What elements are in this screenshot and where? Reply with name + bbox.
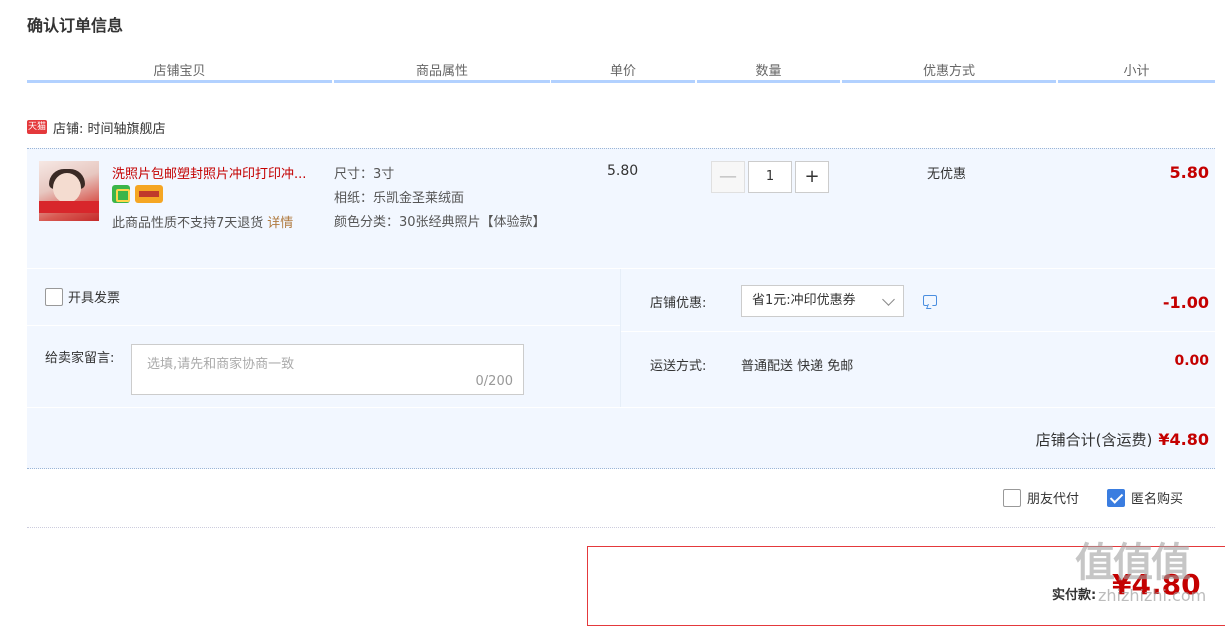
friend-pay-option[interactable]: 朋友代付 xyxy=(1003,488,1079,507)
discount-selected-value: 省1元:冲印优惠券 xyxy=(752,293,856,308)
column-header-unit-price: 单价 xyxy=(609,64,636,79)
discount-amount: -1.00 xyxy=(1162,293,1209,312)
invoice-checkbox[interactable] xyxy=(45,287,63,306)
shop-name[interactable]: 店铺: 时间轴旗舰店 xyxy=(53,118,166,137)
friend-pay-label: 朋友代付 xyxy=(1027,492,1080,507)
seller-message-textarea[interactable]: 选填,请先和商家协商一致 0/200 xyxy=(131,344,524,395)
shop-total-amount: ¥4.80 xyxy=(1158,430,1209,449)
increase-quantity-button[interactable]: + xyxy=(795,161,829,193)
header-underline xyxy=(27,80,332,83)
message-placeholder: 选填,请先和商家协商一致 xyxy=(147,357,295,372)
quantity-input[interactable]: 1 xyxy=(748,161,792,193)
header-underline xyxy=(842,80,1056,83)
shipping-method-value: 普通配送 快递 免邮 xyxy=(741,359,854,374)
message-char-count: 0/200 xyxy=(475,374,513,389)
quantity-stepper: — 1 + xyxy=(711,161,829,193)
no-return-text: 此商品性质不支持7天退货 xyxy=(112,216,264,231)
shop-discount-select[interactable]: 省1元:冲印优惠券 xyxy=(741,285,904,317)
anonymous-purchase-label: 匿名购买 xyxy=(1131,492,1184,507)
header-underline xyxy=(551,80,695,83)
anonymous-purchase-option[interactable]: 匿名购买 xyxy=(1107,488,1183,507)
friend-pay-checkbox[interactable] xyxy=(1003,488,1021,507)
extra-options-row: 朋友代付 匿名购买 xyxy=(1003,488,1183,507)
promotion-value: 无优惠 xyxy=(927,167,967,182)
card-payment-icon xyxy=(135,185,163,203)
shipping-amount: 0.00 xyxy=(1174,353,1209,369)
unit-price: 5.80 xyxy=(607,163,639,179)
header-underline xyxy=(697,80,840,83)
watermark-url: zhizhizhi.com xyxy=(1098,586,1207,605)
header-underline xyxy=(1058,80,1215,83)
invoice-option[interactable]: 开具发票 xyxy=(45,287,120,306)
column-header-subtotal: 小计 xyxy=(1123,64,1150,79)
detail-link[interactable]: 详情 xyxy=(267,216,293,231)
tmall-icon: 天猫 xyxy=(27,120,47,134)
seller-message-label: 给卖家留言: xyxy=(45,351,115,366)
table-header: 店铺宝贝 商品属性 单价 数量 优惠方式 小计 xyxy=(27,58,1215,86)
order-item-row: 洗照片包邮塑封照片冲印打印冲... 此商品性质不支持7天退货 详情 尺寸：3寸 相… xyxy=(27,148,1215,268)
invoice-label: 开具发票 xyxy=(68,291,121,306)
decrease-quantity-button[interactable]: — xyxy=(711,161,745,193)
product-attributes: 尺寸：3寸 相纸：乐凯金圣莱绒面 颜色分类：30张经典照片【体验款】 xyxy=(334,163,554,235)
chat-bubble-icon[interactable] xyxy=(923,295,937,306)
shop-total-label: 店铺合计(含运费) xyxy=(1035,431,1153,449)
header-underline xyxy=(334,80,550,83)
shop-row: 天猫 店铺: 时间轴旗舰店 xyxy=(27,116,166,138)
order-options-panel: 开具发票 给卖家留言: 选填,请先和商家协商一致 0/200 店铺优惠: 省1元… xyxy=(27,269,1215,469)
anonymous-purchase-checkbox[interactable] xyxy=(1107,488,1126,507)
chevron-down-icon xyxy=(882,293,895,306)
attr-size: 尺寸：3寸 xyxy=(334,167,395,182)
no-return-notice: 此商品性质不支持7天退货 详情 xyxy=(112,212,293,231)
divider xyxy=(27,527,1215,528)
column-header-promotion: 优惠方式 xyxy=(922,64,975,79)
watermark-logo: 值值值 xyxy=(1075,540,1191,586)
service-badge-icon xyxy=(112,185,130,203)
column-header-quantity: 数量 xyxy=(755,64,782,79)
attr-paper: 相纸：乐凯金圣莱绒面 xyxy=(334,191,465,206)
shipping-method-label: 运送方式: xyxy=(650,359,707,374)
shop-total: 店铺合计(含运费) ¥4.80 xyxy=(927,429,1209,450)
item-subtotal: 5.80 xyxy=(1169,163,1209,182)
product-name-link[interactable]: 洗照片包邮塑封照片冲印打印冲... xyxy=(112,163,332,182)
page-title: 确认订单信息 xyxy=(27,16,124,35)
shop-discount-label: 店铺优惠: xyxy=(650,296,707,311)
column-header-shop-item: 店铺宝贝 xyxy=(153,64,206,79)
product-thumbnail[interactable] xyxy=(39,161,99,221)
attr-color: 颜色分类：30张经典照片【体验款】 xyxy=(334,215,546,230)
column-header-attributes: 商品属性 xyxy=(415,64,468,79)
